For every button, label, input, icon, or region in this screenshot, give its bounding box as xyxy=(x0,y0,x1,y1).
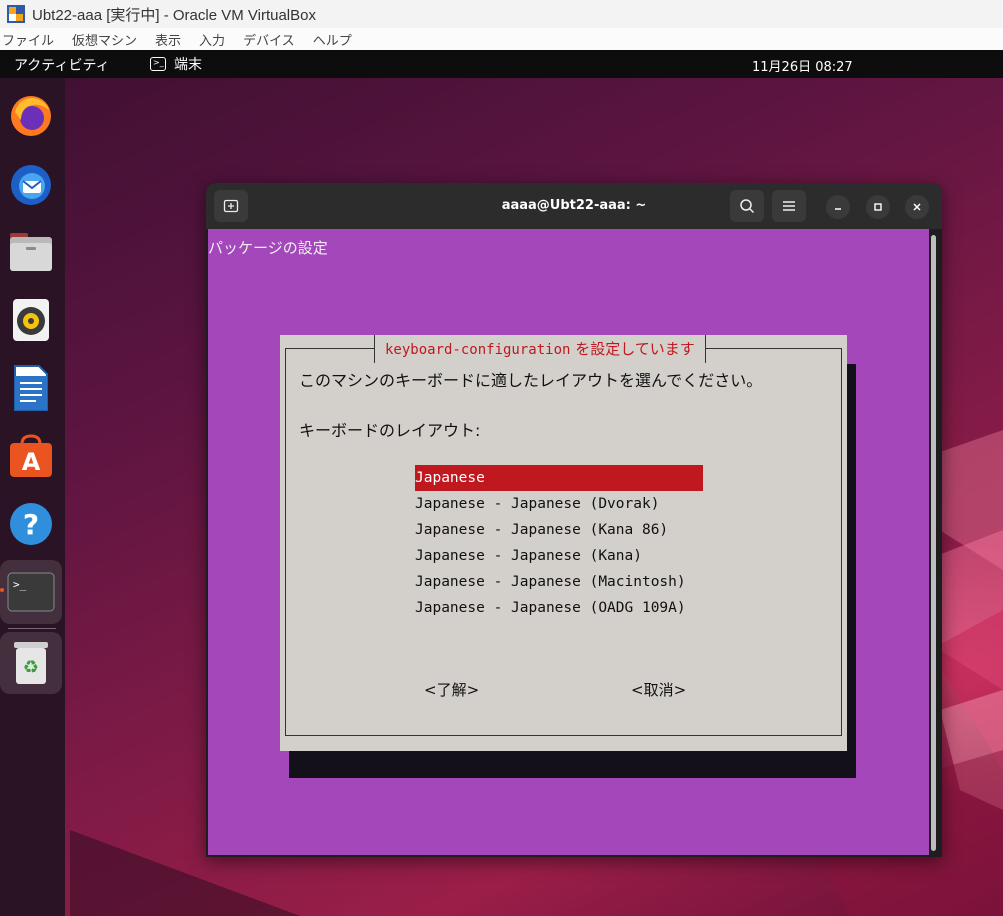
scrollbar-thumb[interactable] xyxy=(931,235,936,851)
ok-button[interactable]: <了解> xyxy=(424,679,479,700)
app-menu[interactable]: >_ 端末 xyxy=(150,54,202,74)
host-menubar: ファイル 仮想マシン 表示 入力 デバイス ヘルプ xyxy=(0,28,1003,50)
close-icon xyxy=(913,203,921,211)
search-button[interactable] xyxy=(730,190,764,222)
svg-text:>_: >_ xyxy=(13,578,27,591)
dock-item-firefox[interactable] xyxy=(5,88,57,144)
running-indicator xyxy=(0,588,4,592)
dock-item-terminal[interactable]: >_ xyxy=(0,560,62,624)
firefox-icon xyxy=(11,96,51,136)
dock-item-rhythmbox[interactable] xyxy=(5,292,57,348)
search-icon xyxy=(740,199,755,214)
cancel-button[interactable]: <取消> xyxy=(631,679,686,700)
svg-text:?: ? xyxy=(23,508,39,541)
thunderbird-icon xyxy=(11,165,51,205)
clock[interactable]: 11月26日 08:27 xyxy=(752,56,853,75)
dialog-title-package: keyboard-configuration xyxy=(385,342,571,358)
layout-option[interactable]: Japanese - Japanese (Kana 86) xyxy=(415,517,703,543)
maximize-icon xyxy=(874,203,882,211)
app-center-icon: A xyxy=(10,434,52,477)
host-window-titlebar: Ubt22-aaa [実行中] - Oracle VM VirtualBox xyxy=(0,0,1003,28)
dialog-message: このマシンのキーボードに適したレイアウトを選んでください。 xyxy=(299,371,763,390)
terminal-headerbar[interactable]: aaaa@Ubt22-aaa: ~ xyxy=(206,183,942,229)
dock-item-thunderbird[interactable] xyxy=(5,156,57,212)
app-menu-label: 端末 xyxy=(174,57,202,73)
terminal-scrollbar[interactable] xyxy=(930,231,938,855)
virtualbox-icon xyxy=(7,5,25,23)
help-icon: ? xyxy=(10,503,52,545)
files-icon xyxy=(10,233,52,271)
terminal-content[interactable]: パッケージの設定 keyboard-configuration を設定しています… xyxy=(208,229,929,855)
menu-machine[interactable]: 仮想マシン xyxy=(72,30,137,49)
debconf-dialog: keyboard-configuration を設定しています このマシンのキー… xyxy=(280,335,847,751)
layout-option[interactable]: Japanese xyxy=(415,465,703,491)
minimize-icon xyxy=(835,208,841,210)
menu-devices[interactable]: デバイス xyxy=(243,30,295,49)
close-button[interactable] xyxy=(905,195,929,219)
layout-option[interactable]: Japanese - Japanese (Dvorak) xyxy=(415,491,703,517)
dock: A ? >_ ♻ xyxy=(0,78,65,916)
terminal-window: aaaa@Ubt22-aaa: ~ パッケージの設定 keyboard-conf… xyxy=(206,183,942,857)
menu-view[interactable]: 表示 xyxy=(155,30,181,49)
dialog-title: keyboard-configuration を設定しています xyxy=(374,335,706,363)
minimize-button[interactable] xyxy=(826,195,850,219)
terminal-small-icon: >_ xyxy=(150,57,166,71)
host-window-title: Ubt22-aaa [実行中] - Oracle VM VirtualBox xyxy=(32,6,316,24)
maximize-button[interactable] xyxy=(866,195,890,219)
activities-button[interactable]: アクティビティ xyxy=(14,55,110,75)
layout-list[interactable]: Japanese Japanese - Japanese (Dvorak) Ja… xyxy=(415,465,703,621)
menu-input[interactable]: 入力 xyxy=(199,30,225,49)
trash-icon: ♻ xyxy=(14,642,48,684)
svg-text:♻: ♻ xyxy=(23,657,39,678)
hamburger-icon xyxy=(783,201,795,211)
gnome-topbar: アクティビティ >_ 端末 11月26日 08:27 xyxy=(0,50,1003,78)
dock-item-trash[interactable]: ♻ xyxy=(0,632,62,694)
layout-label: キーボードのレイアウト: xyxy=(299,421,481,440)
svg-text:A: A xyxy=(22,448,41,476)
terminal-icon: >_ xyxy=(7,572,55,612)
guest-desktop: アクティビティ >_ 端末 11月26日 08:27 A ? >_ ♻ aaaa… xyxy=(0,50,1003,916)
dock-item-files[interactable] xyxy=(5,224,57,280)
dock-separator xyxy=(8,628,56,629)
writer-icon xyxy=(14,365,48,411)
dialog-title-suffix: を設定しています xyxy=(570,340,695,358)
menu-file[interactable]: ファイル xyxy=(2,30,54,49)
layout-option[interactable]: Japanese - Japanese (Kana) xyxy=(415,543,703,569)
dock-item-app-center[interactable]: A xyxy=(5,428,57,484)
menu-button[interactable] xyxy=(772,190,806,222)
menu-help[interactable]: ヘルプ xyxy=(313,30,352,49)
dock-item-writer[interactable] xyxy=(5,360,57,416)
layout-option[interactable]: Japanese - Japanese (OADG 109A) xyxy=(415,595,703,621)
dock-item-help[interactable]: ? xyxy=(5,496,57,552)
layout-option[interactable]: Japanese - Japanese (Macintosh) xyxy=(415,569,703,595)
debconf-backtitle: パッケージの設定 xyxy=(208,239,328,257)
rhythmbox-icon xyxy=(13,299,49,341)
